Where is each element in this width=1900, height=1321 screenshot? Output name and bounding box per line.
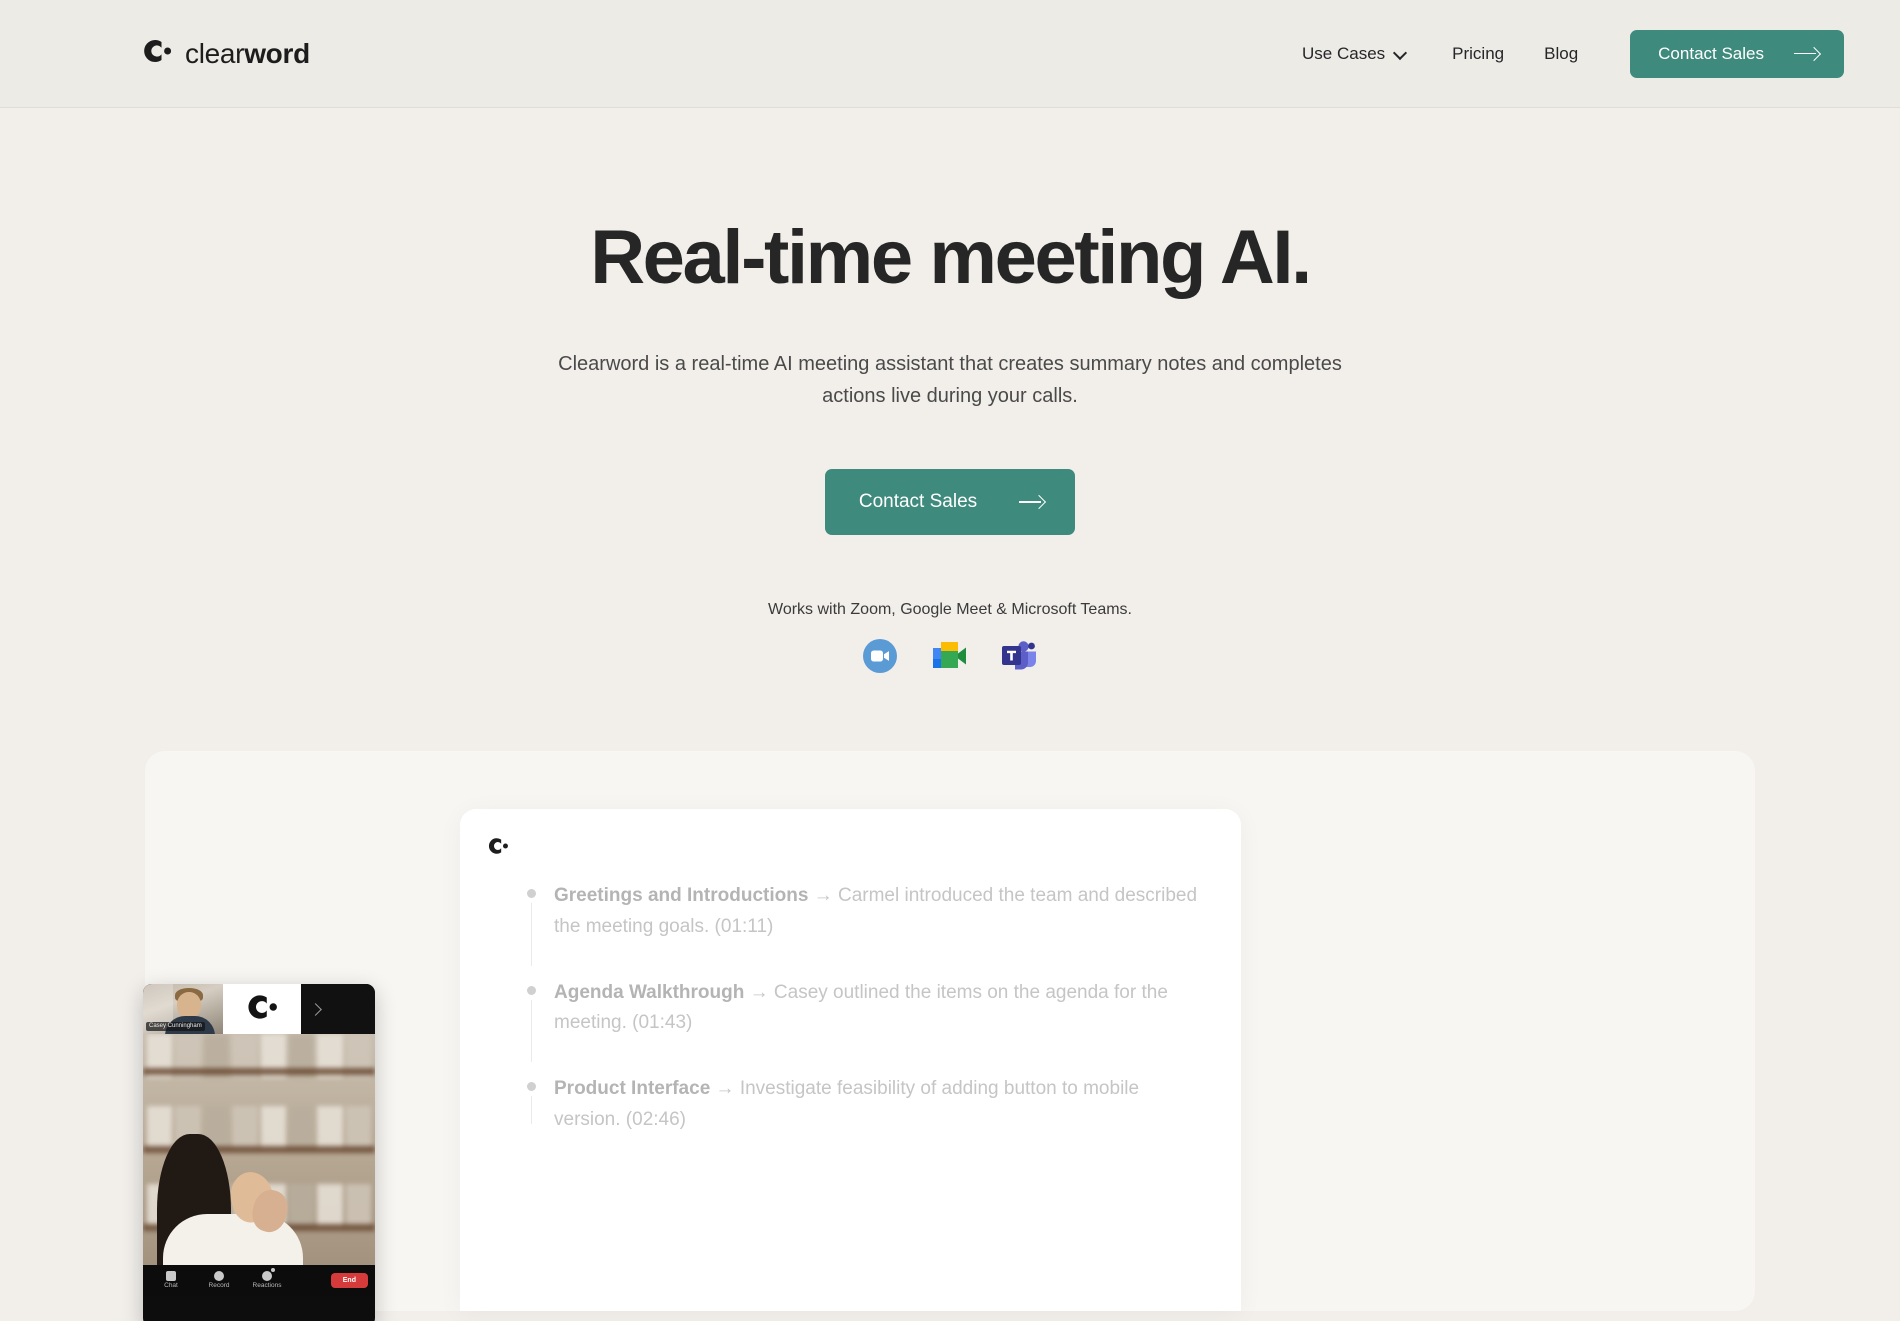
record-icon — [214, 1271, 224, 1282]
clearword-c-dot-logo-icon — [486, 835, 1201, 862]
note-topic: Agenda Walkthrough — [554, 981, 745, 1003]
header-contact-sales-button[interactable]: Contact Sales — [1630, 29, 1844, 78]
chat-button-label: Chat — [164, 1282, 178, 1290]
hero-contact-sales-button[interactable]: Contact Sales — [824, 469, 1076, 536]
record-button[interactable]: Record — [195, 1271, 243, 1290]
bullet-dot-icon — [527, 985, 536, 995]
hero-section: Real-time meeting AI. Clearword is a rea… — [0, 108, 1900, 679]
arrow-right-icon — [1019, 495, 1045, 509]
nav-item-use-cases-label: Use Cases — [1302, 44, 1386, 63]
note-separator: → — [715, 1078, 735, 1100]
chevron-right-icon — [309, 1002, 322, 1016]
timeline-rail — [531, 1096, 532, 1124]
nav-item-pricing-label: Pricing — [1452, 44, 1505, 63]
brand-name-bold: word — [244, 37, 310, 69]
participant-thumbnail[interactable]: Casey Cunningham — [143, 984, 223, 1035]
thumbnail-next-button[interactable] — [301, 984, 375, 1034]
list-item: Greetings and Introductions → Carmel int… — [527, 881, 1201, 978]
call-control-bar: Chat Record Reactions End — [143, 1265, 375, 1297]
shelf-board — [143, 1068, 375, 1076]
meeting-notes-card: Greetings and Introductions → Carmel int… — [460, 809, 1241, 1312]
zoom-icon — [862, 638, 898, 679]
note-topic: Greetings and Introductions — [554, 885, 809, 907]
timeline-rail — [531, 903, 532, 966]
primary-navigation: Use Cases Pricing Blog Contact Sales — [1282, 29, 1844, 78]
chat-icon — [166, 1271, 176, 1282]
arrow-right-icon — [1794, 47, 1820, 61]
list-item: Product Interface → Investigate feasibil… — [527, 1074, 1201, 1136]
page-title: Real-time meeting AI. — [590, 215, 1312, 300]
participant-name-label: Casey Cunningham — [146, 1021, 205, 1032]
meeting-notes-list: Greetings and Introductions → Carmel int… — [486, 881, 1201, 1136]
nav-item-blog[interactable]: Blog — [1524, 45, 1598, 62]
works-with-text: Works with Zoom, Google Meet & Microsoft… — [768, 601, 1132, 619]
reactions-button-label: Reactions — [252, 1282, 282, 1290]
nav-item-pricing[interactable]: Pricing — [1432, 45, 1524, 62]
reactions-button[interactable]: Reactions — [243, 1268, 291, 1290]
hero-contact-sales-label: Contact Sales — [858, 491, 978, 513]
brand-logo[interactable]: clearword — [140, 37, 310, 70]
clearword-c-dot-logo-icon — [244, 992, 280, 1027]
reactions-icon — [262, 1268, 275, 1282]
active-speaker-video: Chat Record Reactions End — [143, 1034, 375, 1297]
note-separator: → — [813, 885, 833, 907]
platform-icon-row — [0, 638, 1900, 679]
clearword-c-dot-logo-icon — [140, 37, 174, 70]
record-button-label: Record — [208, 1282, 230, 1290]
thumbnail-avatar-head — [177, 992, 201, 1019]
nav-item-use-cases[interactable]: Use Cases — [1282, 45, 1432, 62]
chevron-down-icon — [1394, 47, 1406, 59]
product-showcase: Greetings and Introductions → Carmel int… — [143, 751, 1755, 1321]
end-call-button[interactable]: End — [330, 1273, 368, 1289]
bullet-dot-icon — [527, 889, 536, 899]
note-separator: → — [749, 981, 769, 1003]
video-call-widget: Casey Cunningham Chat Record Reactions E… — [143, 984, 375, 1321]
participant-thumbnail-strip: Casey Cunningham — [143, 984, 375, 1035]
hero-subtitle: Clearword is a real-time AI meeting assi… — [558, 353, 1342, 407]
chat-button[interactable]: Chat — [147, 1271, 195, 1290]
header-contact-sales-label: Contact Sales — [1658, 43, 1764, 63]
nav-item-blog-label: Blog — [1544, 44, 1579, 63]
microsoft-teams-icon — [998, 638, 1038, 679]
brand-wordmark: clearword — [185, 38, 310, 70]
bullet-dot-icon — [527, 1082, 536, 1092]
brand-name-light: clear — [185, 37, 245, 69]
site-header: clearword Use Cases Pricing Blog Contact… — [0, 0, 1900, 108]
google-meet-icon — [928, 638, 968, 679]
timeline-rail — [531, 999, 532, 1063]
list-item: Agenda Walkthrough → Casey outlined the … — [527, 978, 1201, 1075]
clearword-bot-tile[interactable] — [223, 984, 301, 1035]
note-topic: Product Interface — [554, 1078, 711, 1100]
